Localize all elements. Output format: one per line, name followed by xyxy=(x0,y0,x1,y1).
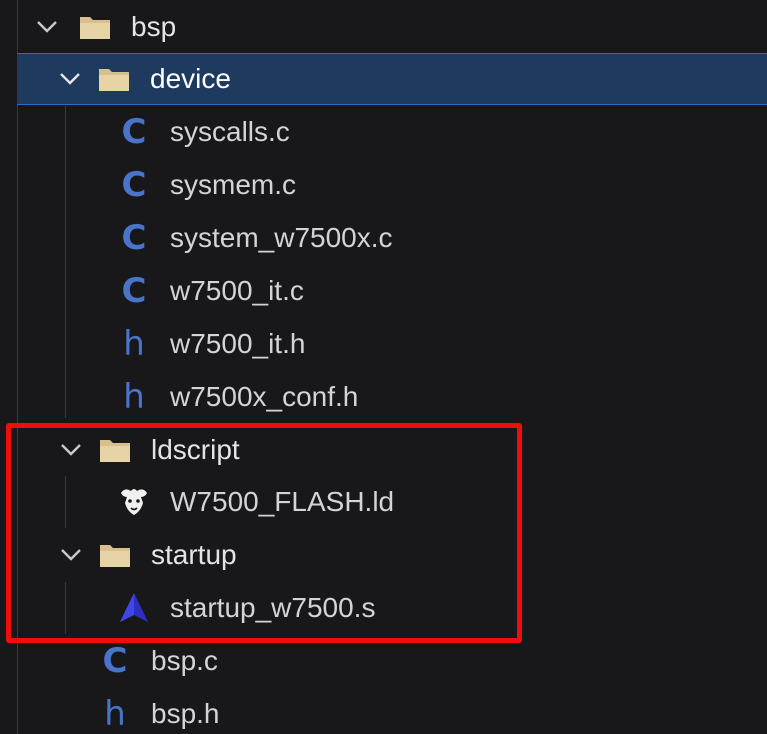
tree-folder-bsp[interactable]: bsp xyxy=(0,1,767,53)
c-file-icon: C xyxy=(121,112,147,152)
c-file-icon: C xyxy=(121,218,147,258)
tree-label: w7500_it.h xyxy=(170,328,306,359)
file-explorer: bsp device C syscalls.c C sysmem.c C sys… xyxy=(0,0,767,734)
tree-label: bsp.c xyxy=(151,645,218,676)
tree-label: system_w7500x.c xyxy=(170,222,393,253)
tree-file[interactable]: C w7500_it.c xyxy=(0,265,767,317)
tree-label: sysmem.c xyxy=(170,169,296,200)
h-file-icon: h xyxy=(123,377,145,417)
chevron-down-icon[interactable] xyxy=(32,12,62,42)
chevron-down-icon[interactable] xyxy=(55,64,85,94)
tree-file[interactable]: C sysmem.c xyxy=(0,159,767,211)
tree-file[interactable]: h w7500_it.h xyxy=(0,318,767,370)
c-file-icon: C xyxy=(121,271,147,311)
tree-label: bsp.h xyxy=(151,698,220,729)
tree-file[interactable]: h w7500x_conf.h xyxy=(0,371,767,423)
folder-open-icon xyxy=(78,10,112,44)
h-file-icon: h xyxy=(123,324,145,364)
folder-open-icon xyxy=(97,62,131,96)
c-file-icon: C xyxy=(121,165,147,205)
tree-file[interactable]: C system_w7500x.c xyxy=(0,212,767,264)
tree-folder-device[interactable]: device xyxy=(17,53,767,105)
highlight-box xyxy=(6,423,522,643)
tree-label: w7500x_conf.h xyxy=(170,381,359,412)
tree-file[interactable]: h bsp.h xyxy=(0,688,767,734)
c-file-icon: C xyxy=(102,641,128,681)
tree-file[interactable]: C syscalls.c xyxy=(0,106,767,158)
tree-label: device xyxy=(150,63,231,94)
tree-label: w7500_it.c xyxy=(170,275,304,306)
tree-label: syscalls.c xyxy=(170,116,290,147)
h-file-icon: h xyxy=(104,694,126,734)
tree-label: bsp xyxy=(131,11,177,42)
